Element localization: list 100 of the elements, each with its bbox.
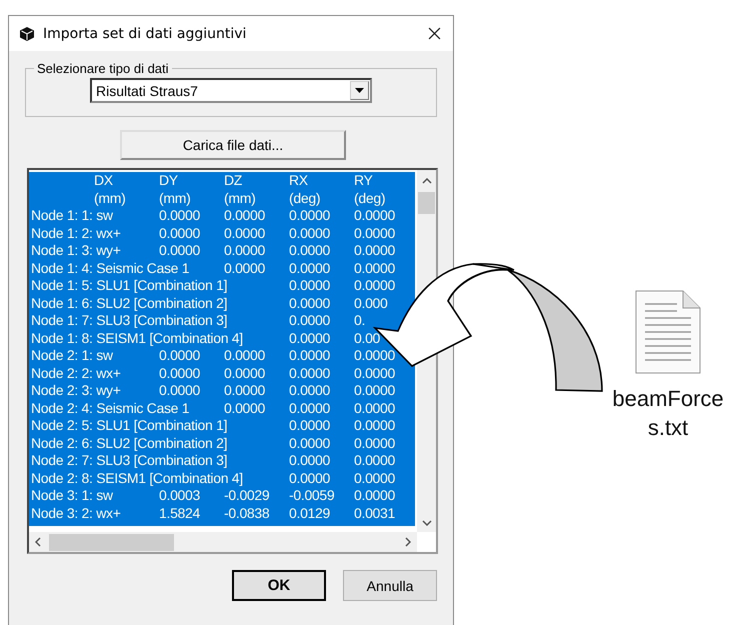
unit-label: (mm) bbox=[224, 190, 256, 207]
column-header: DY bbox=[159, 172, 179, 190]
row-label: Node 2: 1: sw bbox=[31, 347, 114, 364]
row-label: Node 1: 5: SLU1 [Combination 1] bbox=[31, 277, 228, 294]
table-cell-text: 0.0000 bbox=[159, 207, 202, 224]
table-cell-text: 0.0000 bbox=[354, 382, 396, 400]
row-label: Node 2: 5: SLU1 [Combination 1] bbox=[31, 417, 228, 434]
table-cell-text: 0.0000 bbox=[354, 417, 396, 434]
table-cell-text: 0.0000 bbox=[289, 294, 332, 312]
load-file-button[interactable]: Carica file dati... bbox=[120, 130, 346, 160]
row-label: Node 2: 7: SLU3 [Combination 3] bbox=[31, 452, 228, 470]
table-cell-text: 0.0000 bbox=[224, 364, 266, 382]
table-cell-text: 0.0000 bbox=[224, 382, 266, 400]
table-cell-text: 0.0000 bbox=[159, 364, 202, 382]
table-cell-text: 0.0000 bbox=[354, 470, 396, 487]
row-label: Node 2: 6: SLU2 [Combination 2] bbox=[31, 434, 228, 452]
row-label: Node 1: 1: sw bbox=[31, 207, 114, 224]
table-cell-text: 0.0000 bbox=[289, 312, 332, 330]
table-cell-text: 0.0000 bbox=[224, 242, 266, 260]
table-cell-text: 0.0000 bbox=[224, 347, 266, 364]
column-header: DX bbox=[94, 172, 114, 190]
table-cell-text: 0.000 bbox=[354, 294, 389, 312]
table-cell-text: 0.0000 bbox=[354, 260, 396, 277]
scroll-thumb[interactable] bbox=[418, 192, 435, 214]
row-label: Node 1: 2: wx+ bbox=[31, 224, 122, 242]
group-legend: Selezionare tipo di dati bbox=[34, 61, 172, 76]
row-label: Node 1: 6: SLU2 [Combination 2] bbox=[31, 294, 228, 312]
table-cell-text: 0.0000 bbox=[354, 452, 396, 470]
row-label: Node 1: 7: SLU3 [Combination 3] bbox=[31, 312, 228, 330]
row-label: Node 1: 8: SEISM1 [Combination 4] bbox=[31, 330, 244, 347]
table-cell-text: 1.5824 bbox=[159, 504, 202, 522]
table-cell-text: 0.0000 bbox=[289, 434, 332, 452]
table-cell-text: 0.0000 bbox=[289, 347, 332, 364]
table-cell-text: 0.0000 bbox=[289, 224, 332, 242]
text-file-icon[interactable] bbox=[635, 290, 701, 374]
table-cell-text: 0.0000 bbox=[354, 400, 396, 417]
unit-label: (mm) bbox=[94, 190, 126, 207]
column-header: DZ bbox=[224, 172, 244, 190]
file-name[interactable]: beamForces.txt bbox=[609, 384, 727, 442]
table-cell-text: 0.0000 bbox=[354, 364, 396, 382]
table-cell-text: 0.0000 bbox=[289, 207, 332, 224]
window-title: Importa set di dati aggiuntivi bbox=[43, 26, 248, 42]
row-label: Node 1: 4: Seismic Case 1 bbox=[31, 260, 190, 277]
column-header: RY bbox=[354, 172, 374, 190]
row-label: Node 2: 4: Seismic Case 1 bbox=[31, 400, 190, 417]
table-cell-text: 0.0000 bbox=[159, 382, 202, 400]
row-label: Node 1: 3: wy+ bbox=[31, 242, 122, 260]
scroll-thumb[interactable] bbox=[49, 534, 174, 550]
table-cell-text: 0.0000 bbox=[289, 382, 332, 400]
row-label: Node 2: 2: wx+ bbox=[31, 364, 122, 382]
table-cell-text: 0.0000 bbox=[289, 470, 332, 487]
table-cell-text: 0.0000 bbox=[224, 224, 266, 242]
cancel-button[interactable]: Annulla bbox=[343, 570, 437, 601]
table-cell-text: -0.0838 bbox=[224, 504, 270, 522]
table-cell-text: 0.0000 bbox=[354, 434, 396, 452]
table-cell-text: 0.0000 bbox=[159, 242, 202, 260]
table-cell-text: 0.0129 bbox=[289, 504, 332, 522]
unit-label: (mm) bbox=[159, 190, 192, 207]
row-label: Node 2: 8: SEISM1 [Combination 4] bbox=[31, 470, 244, 487]
table-cell-text: 0.0000 bbox=[354, 277, 396, 294]
unit-label: (deg) bbox=[289, 190, 322, 207]
cube-icon bbox=[19, 26, 35, 42]
table-cell-text: -0.0029 bbox=[224, 487, 270, 504]
table-cell-text: 0.0000 bbox=[224, 400, 266, 417]
unit-label: (deg) bbox=[354, 190, 386, 207]
scroll-down-icon[interactable] bbox=[422, 520, 432, 526]
row-label: Node 3: 1: sw bbox=[31, 487, 114, 504]
table-cell-text: 0.0000 bbox=[159, 347, 202, 364]
dropdown-button[interactable] bbox=[350, 81, 369, 100]
caret-icon bbox=[355, 88, 364, 93]
table-cell-text: 0.0000 bbox=[289, 400, 332, 417]
table-cell-text: -0.0059 bbox=[289, 487, 336, 504]
row-label: Node 2: 3: wy+ bbox=[31, 382, 122, 400]
table-cell-text: 0.0000 bbox=[354, 224, 396, 242]
data-type-dropdown[interactable]: Risultati Straus7 bbox=[90, 78, 372, 103]
horizontal-scrollbar[interactable] bbox=[29, 532, 417, 552]
scroll-left-icon[interactable] bbox=[35, 537, 41, 547]
table-cell-text: 0.0000 bbox=[224, 260, 266, 277]
table-cell-text: 0.0000 bbox=[354, 242, 396, 260]
table-cell-text: 0.0000 bbox=[289, 242, 332, 260]
scroll-up-icon[interactable] bbox=[422, 178, 432, 184]
table-cell-text: 0.0000 bbox=[354, 207, 396, 224]
table-cell-text: 0.0000 bbox=[289, 417, 332, 434]
table-cell-text: 0.0000 bbox=[289, 260, 332, 277]
table-cell-text: 0.0003 bbox=[159, 487, 202, 504]
table-cell-text: 0.0000 bbox=[289, 364, 332, 382]
scroll-right-icon[interactable] bbox=[405, 537, 411, 547]
table-cell-text: 0. bbox=[354, 312, 366, 330]
table-cell-text: 0.0000 bbox=[354, 487, 396, 504]
column-header: RX bbox=[289, 172, 309, 190]
table-cell-text: 0.0031 bbox=[354, 504, 396, 522]
close-icon[interactable] bbox=[428, 27, 441, 40]
table-cell-text: 0.0000 bbox=[354, 347, 396, 364]
table-cell-text: 0.00 bbox=[354, 330, 382, 347]
table-cell-text: 0.0000 bbox=[289, 277, 332, 294]
ok-button[interactable]: OK bbox=[232, 570, 326, 601]
table-cell-text: 0.0000 bbox=[289, 452, 332, 470]
row-label: Node 3: 2: wx+ bbox=[31, 504, 122, 522]
table-cell-text: 0.0000 bbox=[224, 207, 266, 224]
table-cell-text: 0.0000 bbox=[289, 330, 332, 347]
